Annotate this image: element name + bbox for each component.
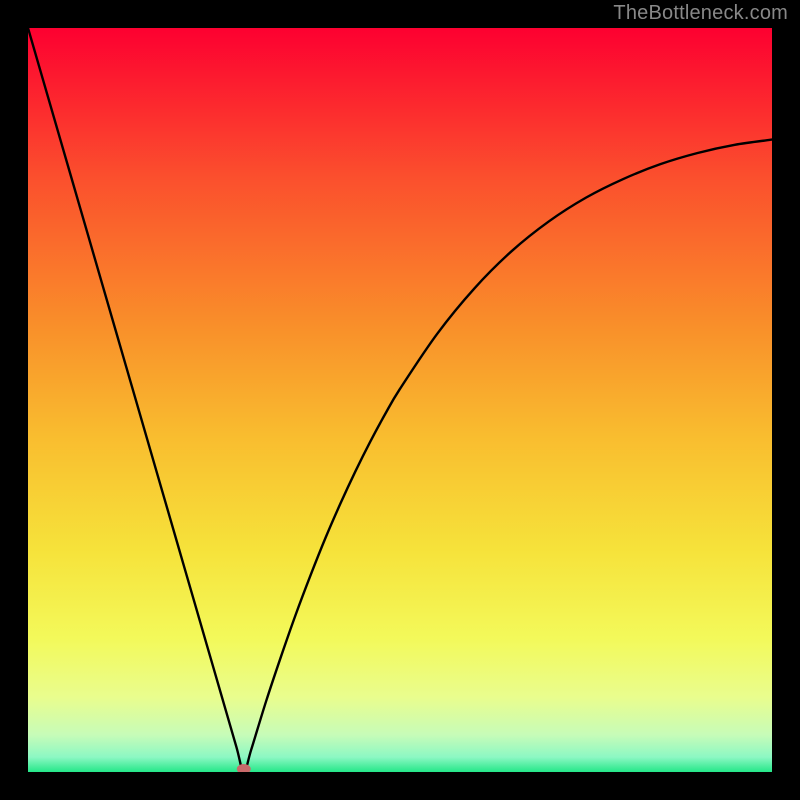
- plot-area: [28, 28, 772, 772]
- bottleneck-curve-chart: [28, 28, 772, 772]
- chart-container: TheBottleneck.com: [0, 0, 800, 800]
- gradient-background: [28, 28, 772, 772]
- attribution-watermark: TheBottleneck.com: [613, 2, 788, 25]
